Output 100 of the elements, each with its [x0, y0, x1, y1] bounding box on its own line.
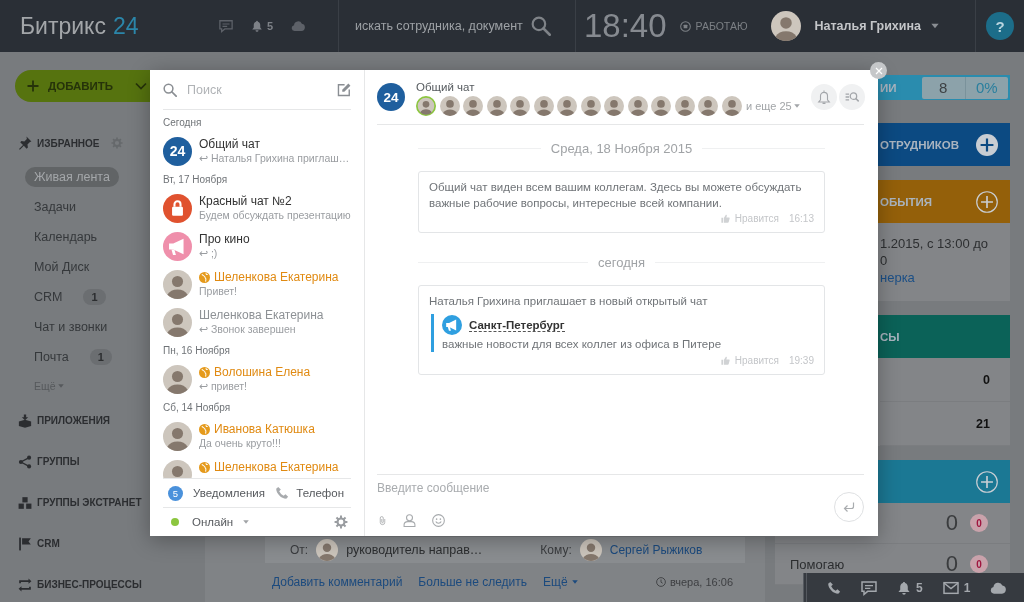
status-dot-icon [171, 518, 179, 526]
message-preview: ↩ ;) [199, 246, 218, 260]
smiley-icon[interactable] [432, 514, 445, 527]
close-button[interactable] [870, 62, 887, 79]
counter-badge: 0 [970, 514, 988, 532]
message-time: 16:13 [788, 213, 814, 224]
avatar-icon[interactable] [698, 95, 718, 116]
chat-bubble-icon[interactable] [218, 19, 233, 33]
section-title[interactable]: БИЗНЕС-ПРОЦЕССЫ [37, 579, 142, 590]
envelope-icon [942, 579, 959, 596]
chat-link[interactable]: Санкт-Петербург [469, 318, 565, 332]
status-button[interactable]: Онлайн [192, 516, 250, 528]
notifications-button[interactable]: Уведомления [193, 487, 265, 499]
action-link[interactable]: Больше не следить [418, 575, 528, 589]
message-input[interactable]: Введите сообщение [377, 479, 677, 497]
arrows-loop-icon [18, 577, 32, 592]
add-button[interactable]: ДОБАВИТЬ [15, 70, 150, 102]
more-link[interactable]: Ещё [543, 575, 578, 589]
cloud-icon[interactable] [291, 19, 305, 33]
message-preview: Да очень круто!!! [199, 436, 281, 450]
avatar-icon[interactable] [651, 95, 671, 116]
avatar-icon[interactable] [510, 95, 530, 116]
avatar-icon[interactable] [674, 95, 695, 116]
chat-bubble-icon[interactable] [861, 579, 877, 596]
chat-name[interactable]: Общий чат [199, 137, 260, 151]
chat-name[interactable]: Про кино [199, 232, 250, 246]
section-title[interactable]: CRM [37, 538, 60, 549]
megaphone-icon [163, 231, 192, 261]
more-members-button[interactable]: и еще 25 [746, 99, 800, 112]
history-search-button[interactable] [838, 84, 865, 110]
chat-name[interactable]: Волошина Елена [214, 365, 311, 379]
clock-time: 18:40 [584, 7, 667, 45]
search-icon [163, 82, 177, 97]
user-menu-button[interactable]: Наталья Грихина [771, 11, 939, 41]
section-title[interactable]: ПРИЛОЖЕНИЯ [37, 415, 110, 426]
close-icon [874, 66, 883, 75]
paperclip-icon[interactable] [378, 513, 387, 528]
like-button[interactable]: Нравится [720, 355, 779, 366]
search-field[interactable]: искать сотрудника, документ [355, 19, 523, 33]
avatar-icon[interactable] [627, 95, 648, 116]
message-preview: Привет! [199, 284, 237, 298]
notifications-button[interactable]: 5 [897, 580, 923, 595]
avatar-icon[interactable] [604, 95, 624, 116]
chat-name[interactable]: Шеленкова Екатерина [214, 460, 339, 474]
plus-circle-icon[interactable] [976, 133, 998, 156]
event-link[interactable]: нерка [880, 269, 915, 286]
chat-name[interactable]: Красный чат №2 [199, 194, 292, 208]
avatar-icon[interactable] [463, 95, 483, 116]
stat-value: 0% [964, 76, 1008, 99]
compose-icon[interactable] [337, 82, 351, 97]
chat-avatar: 24 [377, 83, 405, 111]
plus-circle-icon[interactable] [976, 190, 998, 213]
caret-icon [243, 519, 250, 525]
menu-item[interactable]: Чат и звонки [25, 317, 117, 337]
avatar-icon[interactable] [721, 95, 742, 116]
menu-item[interactable]: Живая лента [25, 167, 119, 187]
counter-value: 0 [945, 551, 958, 577]
return-arrow-icon [843, 500, 855, 513]
phone-button[interactable]: Телефон [275, 486, 344, 500]
counter-label: Помогаю [790, 556, 845, 572]
avatar-icon[interactable] [439, 95, 460, 116]
chat-title: Общий чат [416, 80, 476, 93]
recipient-link[interactable]: Сергей Рыжиков [609, 543, 703, 557]
menu-item[interactable]: Задачи [25, 197, 85, 217]
work-status-button[interactable]: РАБОТАЮ [679, 20, 748, 32]
menu-item[interactable]: Почта [25, 347, 78, 367]
menu-item[interactable]: Мой Диск [25, 257, 99, 277]
bell-icon [816, 90, 831, 104]
avatar-icon[interactable] [533, 95, 554, 116]
thumbs-up-icon [720, 214, 730, 223]
search-icon[interactable] [531, 16, 551, 36]
help-button[interactable]: ? [986, 12, 1014, 40]
section-title[interactable]: ИЗБРАННОЕ [37, 137, 100, 149]
menu-item[interactable]: Календарь [25, 227, 107, 247]
action-link[interactable]: Добавить комментарий [272, 575, 403, 589]
avatar-icon[interactable] [557, 95, 577, 116]
search-field[interactable]: Поиск [187, 82, 327, 97]
avatar-icon[interactable] [580, 95, 601, 116]
globe-icon [199, 271, 210, 283]
phone-icon[interactable] [827, 580, 841, 595]
widget-title: ОТРУДНИКОВ [880, 138, 960, 151]
settings-icon[interactable] [334, 515, 348, 529]
section-title[interactable]: ГРУППЫ ЭКСТРАНЕТ [37, 497, 142, 508]
counter-badge: 0 [970, 555, 988, 573]
like-button[interactable]: Нравится [720, 213, 779, 224]
avatar-icon[interactable] [486, 95, 507, 116]
counter-value: 0 [983, 372, 990, 387]
chat-name[interactable]: Шеленкова Екатерина [214, 270, 339, 284]
avatar-icon[interactable] [416, 95, 436, 116]
messages-button[interactable]: 1 [942, 579, 971, 596]
section-title[interactable]: ГРУППЫ [37, 456, 80, 467]
menu-item[interactable]: CRM [25, 287, 72, 307]
chat-name[interactable]: Иванова Катюшка [214, 422, 315, 436]
date-heading: Пн, 16 Ноября [163, 345, 230, 356]
notifications-button[interactable]: 5 [250, 20, 273, 32]
chat-name[interactable]: Шеленкова Екатерина [199, 308, 324, 322]
plus-circle-icon[interactable] [976, 470, 998, 493]
notifications-button[interactable] [810, 84, 837, 110]
person-icon[interactable] [403, 514, 416, 527]
avatar-icon [579, 539, 602, 561]
